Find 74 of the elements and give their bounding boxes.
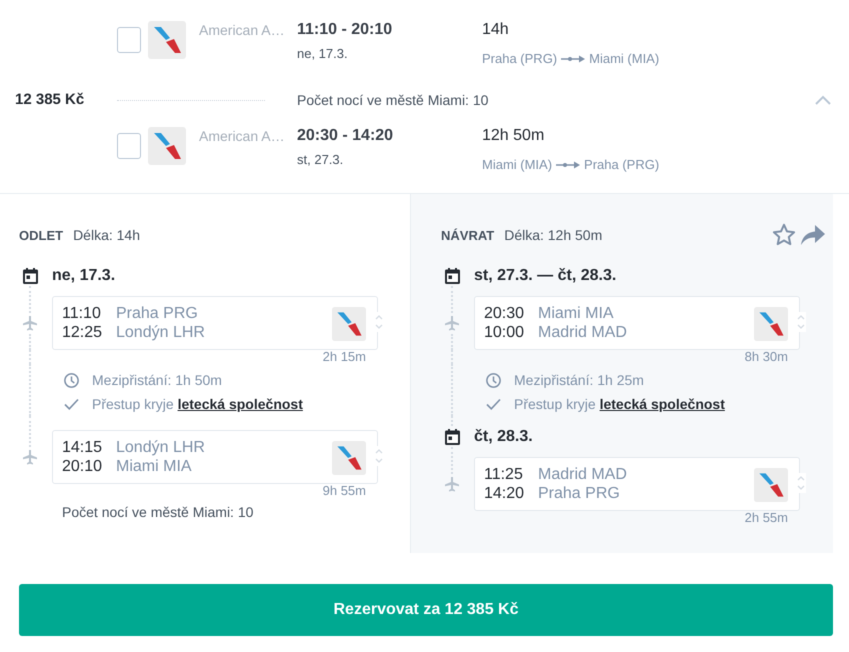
expand-chevrons-icon[interactable] xyxy=(796,312,806,332)
arrival-airport: Praha PRG xyxy=(538,484,620,503)
flight-duration: 14h xyxy=(482,20,509,40)
arrival-airport: Miami MIA xyxy=(116,457,192,476)
airline-name: American A… xyxy=(199,21,285,40)
segment-duration: 9h 55m xyxy=(322,484,366,498)
arrival-time: 10:00 xyxy=(484,323,524,342)
origin-airport: Praha (PRG) xyxy=(482,50,558,68)
flight-times: 11:10 - 20:10 xyxy=(297,20,392,40)
arrival-time: 12:25 xyxy=(62,323,102,342)
segment-duration: 8h 30m xyxy=(744,350,788,364)
segment-duration: 2h 15m xyxy=(322,350,366,364)
share-icon[interactable] xyxy=(801,224,825,246)
leg-duration: Délka: 12h 50m xyxy=(504,227,602,243)
nights-note: Počet nocí ve městě Miami: 10 xyxy=(297,91,488,110)
arrival-time: 20:10 xyxy=(62,457,102,476)
airline-link[interactable]: letecká společnost xyxy=(178,396,303,412)
flight-times: 20:30 - 14:20 xyxy=(297,126,394,146)
airline-logo-icon xyxy=(148,127,186,165)
plane-icon xyxy=(23,316,37,330)
airline-name: American A… xyxy=(199,127,285,146)
leg-label: NÁVRAT xyxy=(441,228,494,242)
departure-time: 14:15 xyxy=(62,438,102,457)
airline-link[interactable]: letecká společnost xyxy=(600,396,725,412)
departure-airport: Praha PRG xyxy=(116,304,198,323)
clock-icon xyxy=(64,372,79,388)
plane-icon xyxy=(445,476,459,492)
nights-note: Počet nocí ve městě Miami: 10 xyxy=(62,503,254,521)
layover-text: Mezipřistání: 1h 50m xyxy=(92,372,222,388)
leg-label: ODLET xyxy=(19,228,64,242)
airline-logo-icon xyxy=(754,307,788,341)
departure-airport: Madrid MAD xyxy=(538,465,627,484)
calendar-icon xyxy=(22,268,38,284)
departure-time: 11:10 xyxy=(62,304,101,323)
total-price: 12 385 Kč xyxy=(15,90,84,110)
checkbox[interactable] xyxy=(117,133,141,159)
departure-airport: Miami MIA xyxy=(538,304,614,323)
arrival-airport: Londýn LHR xyxy=(116,323,205,342)
travel-date: čt, 28.3. xyxy=(474,427,533,447)
plane-icon xyxy=(445,316,459,330)
route-arrow-icon xyxy=(556,161,580,169)
expand-chevrons-icon[interactable] xyxy=(796,473,806,493)
check-icon xyxy=(64,398,79,410)
airline-logo-icon xyxy=(332,307,366,341)
segment-duration: 2h 55m xyxy=(744,511,788,525)
arrival-time: 14:20 xyxy=(484,484,524,503)
chevron-up-icon[interactable] xyxy=(815,95,831,105)
airline-logo-icon xyxy=(332,441,366,475)
route-arrow-icon xyxy=(561,55,586,63)
layover-text: Mezipřistání: 1h 25m xyxy=(514,372,644,388)
departure-time: 20:30 xyxy=(484,304,524,323)
transfer-note: Přestup kryje letecká společnost xyxy=(514,396,725,412)
airline-logo-icon xyxy=(754,468,788,502)
travel-date: st, 27.3. — čt, 28.3. xyxy=(474,266,616,286)
flight-date: ne, 17.3. xyxy=(297,45,348,63)
travel-date: ne, 17.3. xyxy=(52,266,116,286)
plane-icon xyxy=(23,450,37,464)
flight-date: st, 27.3. xyxy=(297,151,344,169)
check-icon xyxy=(486,398,501,410)
airline-logo-icon xyxy=(148,21,186,59)
destination-airport: Miami (MIA) xyxy=(589,50,660,68)
leg-duration: Délka: 14h xyxy=(73,227,140,243)
transfer-note: Přestup kryje letecká společnost xyxy=(92,396,303,412)
calendar-icon xyxy=(444,429,460,445)
departure-airport: Londýn LHR xyxy=(116,438,205,457)
clock-icon xyxy=(486,372,501,388)
destination-airport: Praha (PRG) xyxy=(584,156,660,174)
origin-airport: Miami (MIA) xyxy=(482,156,552,174)
checkbox[interactable] xyxy=(117,27,141,53)
departure-time: 11:25 xyxy=(484,465,523,484)
calendar-icon xyxy=(444,268,460,284)
arrival-airport: Madrid MAD xyxy=(538,323,627,342)
star-icon[interactable] xyxy=(772,223,796,247)
flight-duration: 12h 50m xyxy=(482,126,544,146)
